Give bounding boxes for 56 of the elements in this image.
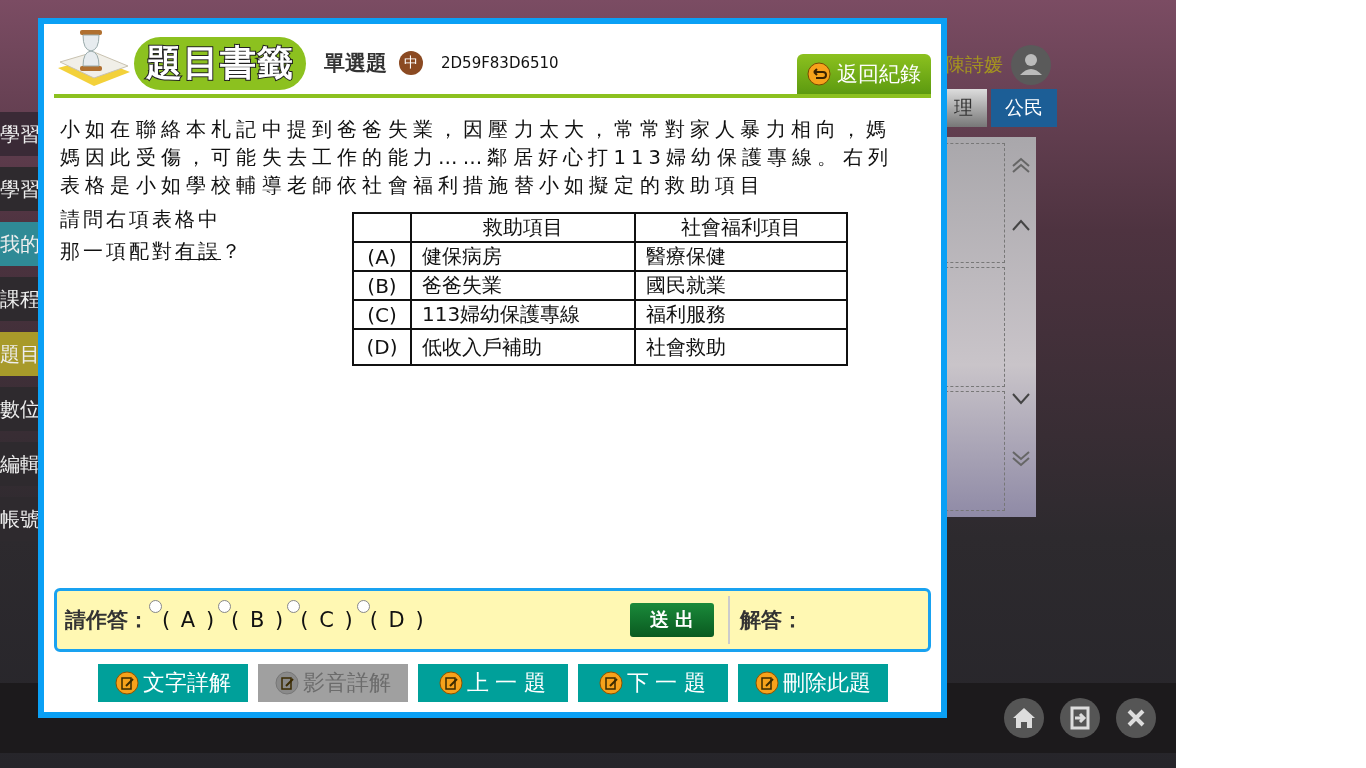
table-cell: 爸爸失業 <box>411 271 635 300</box>
close-icon[interactable] <box>1116 698 1156 738</box>
table-cell: 113婦幼保護專線 <box>411 300 635 329</box>
option-label: ( B ) <box>231 608 286 632</box>
table-cell: 低收入戶補助 <box>411 329 635 365</box>
table-cell: 福利服務 <box>635 300 847 329</box>
up-icon[interactable] <box>1010 217 1031 233</box>
avatar-icon[interactable] <box>1011 45 1051 85</box>
question-prompt: 請問右項表格中 <box>60 207 222 233</box>
table-cell: 國民就業 <box>635 271 847 300</box>
answer-label: 請作答： <box>65 607 149 634</box>
action-button[interactable]: 刪除此題 <box>737 664 888 702</box>
table-cell: (B) <box>353 271 411 300</box>
difficulty-badge: 中 <box>399 51 423 75</box>
option-label: ( A ) <box>162 608 217 632</box>
down-icon[interactable] <box>1010 391 1031 407</box>
question-text: 小如在聯絡本札記中提到爸爸失業，因壓力太大，常常對家人暴力相向，媽媽因此受傷，可能失去工作的能力……鄰居好心打113婦幼保護專線。右列表格是小如學校輔導老師依社會福利措施替小如擬定的救助項目 <box>60 117 895 199</box>
question-id: 2D59F83D6510 <box>441 54 559 72</box>
option-label: ( C ) <box>300 608 355 632</box>
option-label: ( D ) <box>369 608 426 632</box>
sidebar-item[interactable]: 學習 <box>0 167 40 211</box>
pencil-note-icon <box>114 671 139 695</box>
sidebar-item[interactable]: 編輯 <box>0 442 40 486</box>
radio-button[interactable] <box>287 600 301 613</box>
sidebar-item[interactable]: 學習 <box>0 112 40 156</box>
return-icon <box>807 62 831 86</box>
table-cell: (A) <box>353 242 411 271</box>
action-button[interactable]: 下 一 題 <box>577 664 728 702</box>
table-cell: 社會救助 <box>635 329 847 365</box>
action-button[interactable]: 上 一 題 <box>417 664 568 702</box>
pencil-note-icon <box>598 671 623 695</box>
table-cell: (C) <box>353 300 411 329</box>
table-header: 社會福利項目 <box>635 213 847 242</box>
user-name: 陳詩媛 <box>946 52 1003 77</box>
double-down-icon[interactable] <box>1010 451 1031 467</box>
table-header: 救助項目 <box>411 213 635 242</box>
sidebar-item[interactable]: 課程 <box>0 277 40 321</box>
table-cell: 健保病房 <box>411 242 635 271</box>
pencil-note-icon <box>274 671 299 695</box>
table-cell: 醫療保健 <box>635 242 847 271</box>
pencil-note-icon <box>438 671 463 695</box>
dialog-title: 題目書籤 <box>134 36 306 90</box>
radio-button[interactable] <box>149 600 162 613</box>
double-up-icon[interactable] <box>1010 157 1031 173</box>
radio-button[interactable] <box>356 600 370 613</box>
sidebar-item[interactable]: 我的 <box>0 222 40 266</box>
action-button[interactable]: 文字詳解 <box>97 664 248 702</box>
pencil-note-icon <box>754 671 779 695</box>
sidebar-item[interactable]: 數位 <box>0 387 40 431</box>
radio-button[interactable] <box>218 600 232 613</box>
submit-button[interactable]: 送 出 <box>630 603 714 637</box>
solution-label: 解答： <box>728 596 920 644</box>
question-prompt: 那一項配對有誤？ <box>60 239 245 265</box>
table-cell: (D) <box>353 329 411 365</box>
subject-tab[interactable]: 公民 <box>991 89 1057 127</box>
question-type: 單選題 <box>324 50 387 77</box>
